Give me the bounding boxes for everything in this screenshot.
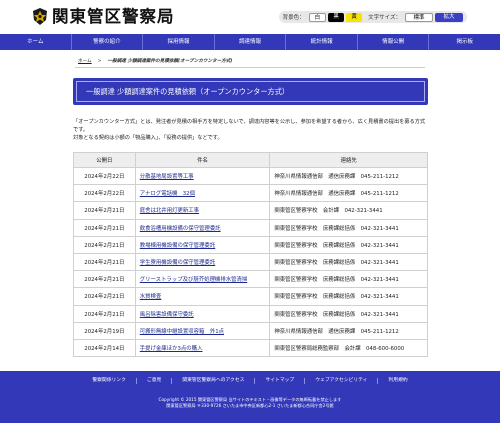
footer-link-terms[interactable]: 利用規約 <box>377 378 417 384</box>
table-row: 2024年2月22日 アナログ電話機 32個 神奈川県情報通信部 通信庶務課 0… <box>73 184 428 203</box>
header-subject: 件名 <box>134 152 271 168</box>
divider <box>75 67 425 68</box>
row-subject-link[interactable]: 学生寮用機設備の保守管理委託 <box>140 260 215 266</box>
row-date: 2024年2月21日 <box>73 235 136 254</box>
row-contact: 関東管区警察学校 庶務課総括係 042-321-3441 <box>269 218 428 237</box>
nav-item-disclosure[interactable]: 情報公開 <box>358 34 430 50</box>
row-subject-link[interactable]: 手提げ金庫ほか3点の購入 <box>140 346 203 352</box>
row-subject: 分散基地局設置等工事 <box>134 166 271 186</box>
footer-links: 警察関係リンク ご意見 関東管区警察局へのアクセス サイトマップ ウェブアクセシ… <box>0 378 500 384</box>
row-contact: 関東管区警察学校 庶務課総括係 042-321-3441 <box>269 235 428 254</box>
table-row: 2024年2月21日 風呂除害設備保守委託 関東管区警察学校 庶務課総括係 04… <box>73 304 428 323</box>
row-subject-link[interactable]: 飲食浴槽用機設備の保守管理委託 <box>140 226 221 232</box>
row-date: 2024年2月21日 <box>73 201 136 220</box>
table-row: 2024年2月19日 可搬形無線中継設置収容箱 外1点 神奈川県情報通信部 通信… <box>73 321 428 340</box>
row-contact: 関東管区警察学校 会計課 042-321-3441 <box>269 201 428 220</box>
nav-item-statistics[interactable]: 統計情報 <box>286 34 358 50</box>
intro-text: 「オープンカウンター方式」とは、発注者が見積の相手方を特定しないで、調達内容等を… <box>73 118 428 142</box>
row-contact: 関東管区警察学校 庶務課総括係 042-321-3441 <box>269 252 428 272</box>
copyright: Copyright © 2015 関東管区警察局 当サイトのテキスト・画像等デー… <box>0 397 500 409</box>
header-date: 公開日 <box>73 152 136 168</box>
row-date: 2024年2月19日 <box>73 321 136 340</box>
table-row: 2024年2月21日 飲食浴槽用機設備の保守管理委託 関東管区警察学校 庶務課総… <box>73 218 428 237</box>
table-row: 2024年2月21日 教場棟用機設備の保守管理委託 関東管区警察学校 庶務課総括… <box>73 235 428 254</box>
row-subject-link[interactable]: 可搬形無線中継設置収容箱 外1点 <box>140 329 224 335</box>
breadcrumb-home-link[interactable]: ホーム <box>78 59 92 64</box>
site-title[interactable]: 関東管区警察局 <box>52 8 175 26</box>
intro-line-2: 対象となる契約は小額の「物品購入」、「役務の提供」などです。 <box>73 135 223 141</box>
footer-address: 関東管区警察局 〒330-9726 さいたま市中央区新都心2-1 さいたま新都心… <box>166 403 334 408</box>
row-date: 2024年2月14日 <box>73 338 136 358</box>
breadcrumb: ホーム > 一般調達 少額調達案件の見積依頼(オープンカウンター方式) <box>78 58 232 64</box>
row-subject-link[interactable]: 庭舎は北井用灯更新工事 <box>140 208 199 214</box>
row-contact: 関東管区警察学校 庶務課総括係 042-321-3441 <box>269 270 428 289</box>
breadcrumb-current: 一般調達 少額調達案件の見積依頼(オープンカウンター方式) <box>107 59 233 64</box>
footer-link-sitemap[interactable]: サイトマップ <box>254 378 304 384</box>
row-date: 2024年2月21日 <box>73 287 136 306</box>
row-contact: 神奈川県情報通信部 通信庶務課 045-211-1212 <box>269 184 428 203</box>
row-subject-link[interactable]: 分散基地局設置等工事 <box>140 174 194 180</box>
row-subject: 学生寮用機設備の保守管理委託 <box>134 252 271 272</box>
row-subject-link[interactable]: グリーストラップ及び厨芥処理機排水管清掃 <box>140 277 248 283</box>
header: 関東管区警察局 背景色： 白 黒 黄 文字サイズ： 標準 拡大 <box>0 0 500 34</box>
row-date: 2024年2月21日 <box>73 270 136 289</box>
footer-link-accessibility[interactable]: ウェブアクセシビリティ <box>304 378 377 384</box>
row-subject-link[interactable]: アナログ電話機 32個 <box>140 191 195 197</box>
font-large-button[interactable]: 拡大 <box>435 12 463 22</box>
nav-item-about[interactable]: 警察の紹介 <box>72 34 144 50</box>
nav-item-bulletin[interactable]: 掲示板 <box>429 34 500 50</box>
row-subject: グリーストラップ及び厨芥処理機排水管清掃 <box>134 270 271 289</box>
nav-item-procurement[interactable]: 調達情報 <box>215 34 287 50</box>
row-subject-link[interactable]: 水質検査 <box>140 294 162 300</box>
main-nav: ホーム 警察の紹介 採用情報 調達情報 統計情報 情報公開 掲示板 <box>0 34 500 50</box>
row-date: 2024年2月21日 <box>73 304 136 323</box>
footer: 警察関係リンク ご意見 関東管区警察局へのアクセス サイトマップ ウェブアクセシ… <box>0 371 500 423</box>
row-contact: 神奈川県情報通信部 通信庶務課 045-211-1212 <box>269 321 428 340</box>
row-date: 2024年2月21日 <box>73 252 136 272</box>
font-size-label: 文字サイズ： <box>368 15 401 21</box>
row-subject: 可搬形無線中継設置収容箱 外1点 <box>134 321 271 340</box>
police-emblem-icon[interactable] <box>33 8 47 25</box>
footer-link-access[interactable]: 関東管区警察局へのアクセス <box>171 378 254 384</box>
row-subject-link[interactable]: 教場棟用機設備の保守管理委託 <box>140 243 215 249</box>
procurement-table: 公開日 件名 連絡先 2024年2月22日 分散基地局設置等工事 神奈川県情報通… <box>73 152 428 358</box>
row-date: 2024年2月22日 <box>73 166 136 186</box>
row-subject: 風呂除害設備保守委託 <box>134 304 271 323</box>
header-contact: 連絡先 <box>269 152 428 168</box>
row-contact: 関東管区警察学校 庶務課総括係 042-321-3441 <box>269 287 428 306</box>
row-contact: 関東管区警察局総務監察部 会計課 048-600-6000 <box>269 338 428 358</box>
background-color-label: 背景色： <box>282 15 305 21</box>
table-row: 2024年2月14日 手提げ金庫ほか3点の購入 関東管区警察局総務監察部 会計課… <box>73 338 428 358</box>
row-contact: 神奈川県情報通信部 通信庶務課 045-211-1212 <box>269 166 428 186</box>
row-contact: 関東管区警察学校 庶務課総括係 042-321-3441 <box>269 304 428 323</box>
font-standard-button[interactable]: 標準 <box>405 12 433 22</box>
bg-white-button[interactable]: 白 <box>308 12 327 22</box>
footer-link-police-links[interactable]: 警察関係リンク <box>82 378 136 384</box>
table-row: 2024年2月21日 水質検査 関東管区警察学校 庶務課総括係 042-321-… <box>73 287 428 306</box>
table-row: 2024年2月21日 グリーストラップ及び厨芥処理機排水管清掃 関東管区警察学校… <box>73 270 428 289</box>
footer-link-feedback[interactable]: ご意見 <box>135 378 171 384</box>
row-subject: 飲食浴槽用機設備の保守管理委託 <box>134 218 271 237</box>
table-row: 2024年2月22日 分散基地局設置等工事 神奈川県情報通信部 通信庶務課 04… <box>73 166 428 186</box>
intro-line-1: 「オープンカウンター方式」とは、発注者が見積の相手方を特定しないで、調達内容等を… <box>73 119 426 133</box>
row-subject: 庭舎は北井用灯更新工事 <box>134 201 271 220</box>
bg-yellow-button[interactable]: 黄 <box>346 12 363 22</box>
table-row: 2024年2月21日 学生寮用機設備の保守管理委託 関東管区警察学校 庶務課総括… <box>73 252 428 272</box>
row-subject: 教場棟用機設備の保守管理委託 <box>134 235 271 254</box>
row-subject: アナログ電話機 32個 <box>134 184 271 203</box>
page-title-bar: 一般調達 少額調達案件の見積依頼（オープンカウンター方式） <box>73 78 428 105</box>
page-title: 一般調達 少額調達案件の見積依頼（オープンカウンター方式） <box>86 87 290 96</box>
row-subject: 手提げ金庫ほか3点の購入 <box>134 338 271 358</box>
row-subject-link[interactable]: 風呂除害設備保守委託 <box>140 312 194 318</box>
nav-item-home[interactable]: ホーム <box>0 34 72 50</box>
table-header-row: 公開日 件名 連絡先 <box>73 152 428 168</box>
breadcrumb-separator: > <box>97 59 102 64</box>
display-tools: 背景色： 白 黒 黄 文字サイズ： 標準 拡大 <box>278 11 467 23</box>
bg-black-button[interactable]: 黒 <box>328 12 345 22</box>
nav-item-recruit[interactable]: 採用情報 <box>143 34 215 50</box>
row-date: 2024年2月21日 <box>73 218 136 237</box>
row-date: 2024年2月22日 <box>73 184 136 203</box>
row-subject: 水質検査 <box>134 287 271 306</box>
table-row: 2024年2月21日 庭舎は北井用灯更新工事 関東管区警察学校 会計課 042-… <box>73 201 428 220</box>
